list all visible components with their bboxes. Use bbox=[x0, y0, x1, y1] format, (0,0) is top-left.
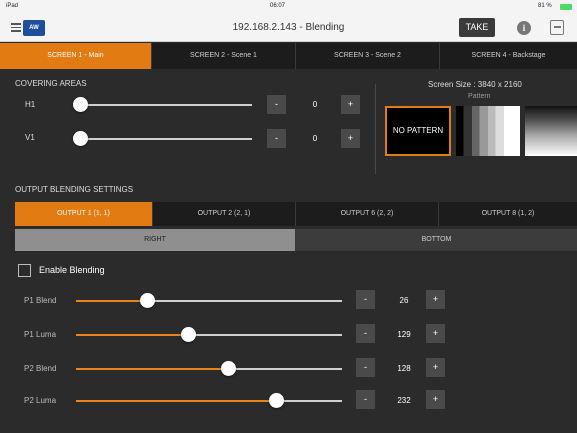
section-divider bbox=[375, 84, 376, 174]
p2-luma-slider-knob[interactable] bbox=[268, 393, 284, 408]
screen-size: Screen Size : 3840 x 2160 bbox=[428, 80, 522, 89]
p2-blend-slider[interactable] bbox=[76, 361, 342, 376]
p2-blend-minus-button[interactable]: - bbox=[356, 358, 375, 377]
h1-slider[interactable] bbox=[73, 97, 252, 112]
v1-slider-knob[interactable] bbox=[73, 131, 88, 146]
v1-minus-button[interactable]: - bbox=[267, 129, 286, 148]
p1-blend-label: P1 Blend bbox=[24, 296, 57, 305]
p2-blend-label: P2 Blend bbox=[24, 364, 57, 373]
p2-luma-label: P2 Luma bbox=[24, 396, 57, 405]
gradient-pattern[interactable] bbox=[525, 106, 577, 156]
tab-output-2[interactable]: OUTPUT 2 (2, 1) bbox=[153, 202, 296, 226]
h1-minus-button[interactable]: - bbox=[267, 95, 286, 114]
h1-value: 0 bbox=[312, 100, 318, 109]
tab-output-6[interactable]: OUTPUT 6 (2, 2) bbox=[296, 202, 439, 226]
tab-output-8[interactable]: OUTPUT 8 (1, 2) bbox=[439, 202, 577, 226]
grayscale-steps-pattern[interactable] bbox=[456, 106, 520, 156]
output-heading: OUTPUT BLENDING SETTINGS bbox=[15, 185, 134, 194]
exit-icon[interactable] bbox=[550, 20, 564, 35]
v1-value: 0 bbox=[312, 134, 318, 143]
p1-blend-slider-knob[interactable] bbox=[139, 293, 155, 308]
enable-blending-checkbox[interactable] bbox=[18, 264, 31, 277]
p1-blend-value: 26 bbox=[399, 296, 409, 305]
status-bar: iPad 06:07 81 % bbox=[0, 0, 577, 14]
clock: 06:07 bbox=[270, 3, 286, 9]
side-tabs: RIGHT BOTTOM bbox=[15, 229, 577, 251]
tab-side-right[interactable]: RIGHT bbox=[15, 229, 296, 251]
p2-luma-plus-button[interactable]: + bbox=[426, 390, 445, 409]
h1-label: H1 bbox=[25, 100, 36, 109]
p1-luma-slider[interactable] bbox=[76, 327, 342, 342]
nav-bar: AW 192.168.2.143 - Blending TAKE i bbox=[0, 14, 577, 42]
battery-icon bbox=[560, 4, 572, 10]
tab-screen-4[interactable]: SCREEN 4 - Backstage bbox=[440, 43, 577, 69]
battery-label: 81 % bbox=[538, 3, 552, 9]
v1-plus-button[interactable]: + bbox=[341, 129, 360, 148]
h1-plus-button[interactable]: + bbox=[341, 95, 360, 114]
p1-blend-plus-button[interactable]: + bbox=[426, 290, 445, 309]
p1-luma-minus-button[interactable]: - bbox=[356, 324, 375, 343]
enable-blending-label: Enable Blending bbox=[39, 265, 105, 275]
p2-luma-minus-button[interactable]: - bbox=[356, 390, 375, 409]
p2-blend-plus-button[interactable]: + bbox=[426, 358, 445, 377]
info-icon[interactable]: i bbox=[517, 21, 531, 35]
h1-slider-knob[interactable] bbox=[73, 97, 88, 112]
tab-output-1[interactable]: OUTPUT 1 (1, 1) bbox=[15, 202, 153, 226]
device-label: iPad bbox=[6, 3, 19, 9]
screen-tabs: SCREEN 1 - Main SCREEN 2 - Scene 1 SCREE… bbox=[0, 43, 577, 69]
p2-blend-slider-knob[interactable] bbox=[220, 361, 236, 376]
output-tabs: OUTPUT 1 (1, 1) OUTPUT 2 (2, 1) OUTPUT 6… bbox=[15, 202, 577, 226]
take-button[interactable]: TAKE bbox=[459, 18, 495, 37]
p1-blend-minus-button[interactable]: - bbox=[356, 290, 375, 309]
v1-label: V1 bbox=[25, 133, 35, 142]
covering-heading: COVERING AREAS bbox=[15, 79, 87, 88]
no-pattern-button[interactable]: NO PATTERN bbox=[385, 106, 451, 156]
p1-luma-slider-knob[interactable] bbox=[180, 327, 196, 342]
tab-screen-2[interactable]: SCREEN 2 - Scene 1 bbox=[152, 43, 296, 69]
p2-luma-value: 232 bbox=[397, 396, 411, 405]
p1-luma-value: 129 bbox=[397, 330, 411, 339]
pattern-label: Pattern bbox=[468, 93, 491, 100]
p1-luma-label: P1 Luma bbox=[24, 330, 57, 339]
p2-blend-value: 128 bbox=[397, 364, 411, 373]
p1-luma-plus-button[interactable]: + bbox=[426, 324, 445, 343]
v1-slider[interactable] bbox=[73, 131, 252, 146]
p1-blend-slider[interactable] bbox=[76, 293, 342, 308]
p2-luma-slider[interactable] bbox=[76, 393, 342, 408]
tab-screen-1[interactable]: SCREEN 1 - Main bbox=[0, 43, 152, 69]
tab-screen-3[interactable]: SCREEN 3 - Scene 2 bbox=[296, 43, 440, 69]
tab-side-bottom[interactable]: BOTTOM bbox=[296, 229, 577, 251]
